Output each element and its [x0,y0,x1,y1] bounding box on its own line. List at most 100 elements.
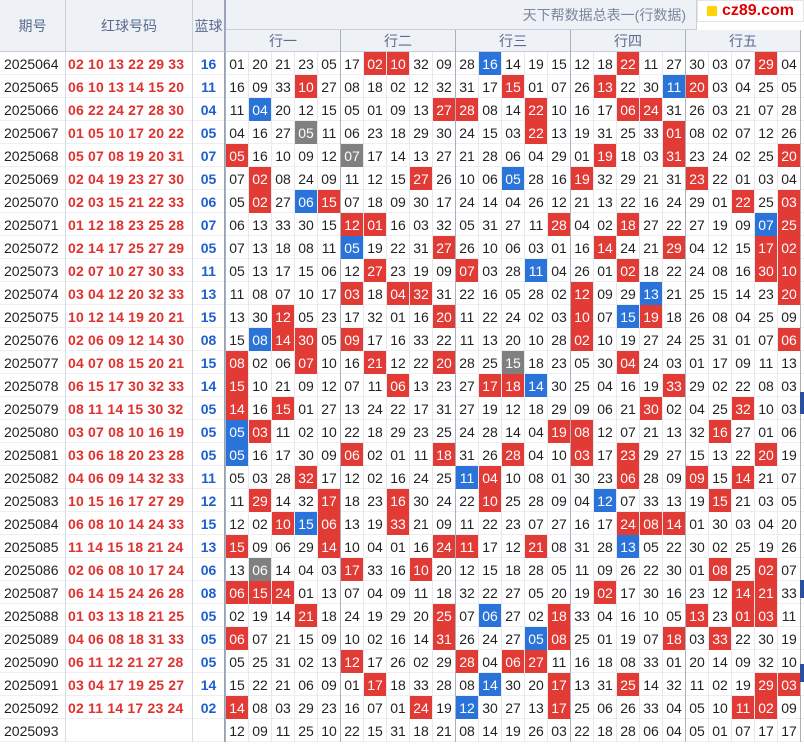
number-cell: 05 [295,121,318,144]
group-header-1: 行一 [226,30,341,52]
number-cell: 17 [272,443,295,466]
number-cell: 02 [778,236,801,259]
number-cell: 15 [318,213,341,236]
number-cell: 17 [364,328,387,351]
number-cell: 29 [548,397,571,420]
number-cell: 22 [249,673,272,696]
number-cell: 29 [410,121,433,144]
number-cell: 28 [525,167,548,190]
number-cell: 29 [755,52,778,75]
issue-number: 2025079 [0,397,66,420]
number-cell: 25 [433,604,456,627]
number-cell: 18 [525,397,548,420]
number-cell: 08 [456,719,479,742]
number-cell: 22 [640,558,663,581]
number-cell: 11 [456,512,479,535]
number-cell: 03 [318,558,341,581]
number-cell: 24 [663,328,686,351]
number-cell: 07 [755,98,778,121]
number-cell: 15 [732,236,755,259]
number-cell: 30 [755,627,778,650]
number-cell: 13 [410,98,433,121]
number-cell: 02 [249,167,272,190]
red-balls: 06 11 12 21 27 28 [66,650,193,673]
number-cell: 13 [410,144,433,167]
number-cell: 08 [249,328,272,351]
number-cell: 27 [433,236,456,259]
site-logo[interactable]: cz89.com [697,0,804,22]
number-cell: 30 [640,397,663,420]
number-cell: 01 [732,604,755,627]
number-cell: 21 [640,167,663,190]
number-cell: 12 [456,696,479,719]
number-cell: 16 [249,144,272,167]
number-cell: 33 [640,121,663,144]
number-cell: 15 [502,351,525,374]
number-cell: 27 [502,604,525,627]
group-divider [800,30,801,742]
number-cell: 26 [778,121,801,144]
number-cell: 04 [686,236,709,259]
issue-number: 2025072 [0,236,66,259]
number-cell: 25 [571,627,594,650]
number-cell: 02 [709,535,732,558]
red-balls: 04 06 09 14 32 33 [66,466,193,489]
number-cell: 27 [502,581,525,604]
number-cell: 10 [341,627,364,650]
group-divider [225,30,226,742]
issue-header: 期号 [0,0,66,52]
number-cell: 31 [433,282,456,305]
number-cell: 30 [410,190,433,213]
number-cell: 10 [594,328,617,351]
number-cell: 22 [732,443,755,466]
number-cell: 14 [502,52,525,75]
number-cell: 03 [709,98,732,121]
number-cell: 18 [410,719,433,742]
number-cell: 02 [364,443,387,466]
number-cell: 19 [249,604,272,627]
group-header-2: 行二 [341,30,456,52]
number-cell: 13 [617,535,640,558]
number-cell: 29 [686,374,709,397]
number-cell: 27 [272,190,295,213]
number-cell: 05 [686,719,709,742]
number-cell: 16 [387,627,410,650]
number-cell: 06 [318,259,341,282]
number-cell: 30 [640,581,663,604]
number-cell: 28 [272,466,295,489]
number-cell: 23 [318,305,341,328]
number-cell: 02 [594,581,617,604]
number-cell: 16 [571,512,594,535]
number-cell: 30 [548,374,571,397]
number-cell: 05 [226,420,249,443]
number-cell: 04 [732,75,755,98]
number-cell: 28 [525,282,548,305]
number-cell: 03 [686,627,709,650]
number-cell: 10 [341,535,364,558]
number-cell: 18 [594,52,617,75]
issue-number: 2025077 [0,351,66,374]
number-cell: 29 [686,190,709,213]
number-cell: 21 [525,535,548,558]
number-cell: 21 [364,351,387,374]
number-cell: 02 [410,650,433,673]
number-cell: 10 [571,305,594,328]
number-cell: 27 [663,443,686,466]
number-cell: 16 [249,397,272,420]
number-cell: 10 [249,374,272,397]
blue-ball: 05 [193,650,226,673]
number-cell: 14 [732,581,755,604]
number-cell: 12 [341,466,364,489]
number-cell: 06 [226,581,249,604]
number-cell: 26 [617,696,640,719]
number-cell: 21 [732,98,755,121]
number-cell: 31 [456,75,479,98]
number-cell: 22 [663,213,686,236]
number-cell: 20 [755,443,778,466]
number-cell: 31 [571,535,594,558]
number-cell: 18 [272,236,295,259]
number-cell: 32 [295,489,318,512]
number-cell: 02 [709,673,732,696]
number-cell: 19 [571,121,594,144]
number-cell: 16 [571,650,594,673]
